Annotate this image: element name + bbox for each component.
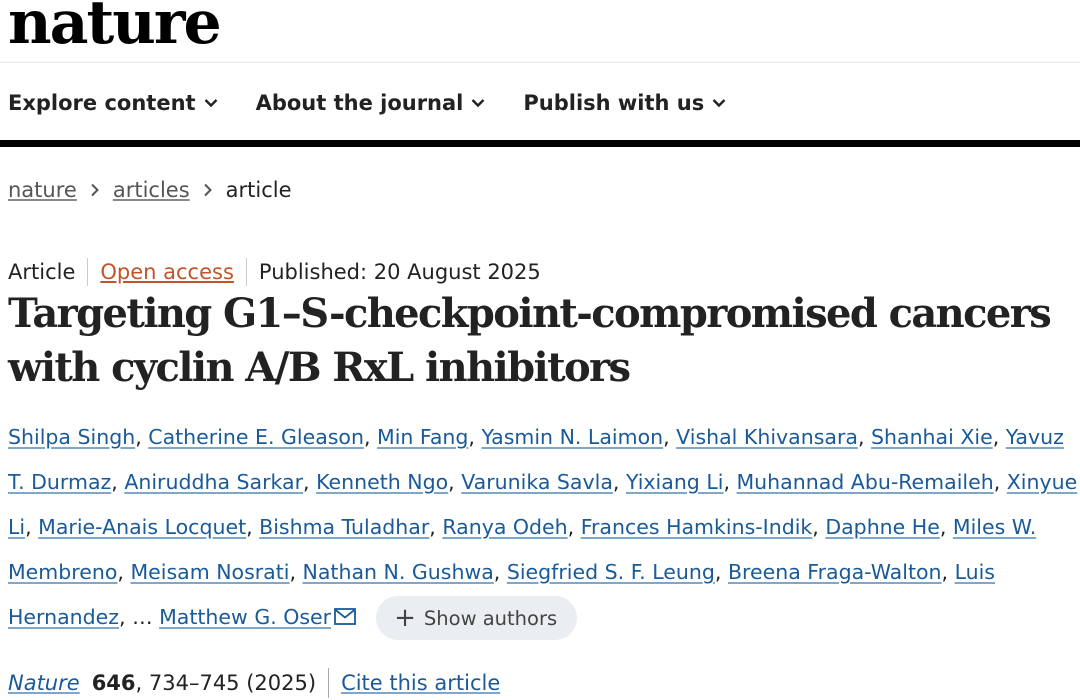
author-link[interactable]: Daphne He xyxy=(825,515,940,539)
author-link[interactable]: Ranya Odeh xyxy=(442,515,567,539)
nav-publish-with-us[interactable]: Publish with us xyxy=(523,88,726,118)
chevron-down-icon xyxy=(204,98,218,108)
author-link[interactable]: Frances Hamkins-Indik xyxy=(581,515,813,539)
citation-line: Nature 646 , 734–745 (2025) Cite this ar… xyxy=(8,668,500,698)
article-title: Targeting G1–S-checkpoint-compromised ca… xyxy=(8,290,1052,391)
authors-ellipsis: … xyxy=(132,605,153,629)
journal-link[interactable]: Nature xyxy=(8,671,80,695)
author-link[interactable]: Meisam Nosrati xyxy=(130,560,289,584)
breadcrumb-nature[interactable]: nature xyxy=(8,178,77,202)
published-date: Published: 20 August 2025 xyxy=(258,260,541,284)
author-link[interactable]: Bishma Tuladhar xyxy=(259,515,429,539)
breadcrumb-current: article xyxy=(225,178,292,202)
author-link[interactable]: Varunika Savla xyxy=(461,470,613,494)
author-list: Shilpa Singh, Catherine E. Gleason, Min … xyxy=(8,415,1078,641)
meta-divider xyxy=(245,258,247,286)
header-divider xyxy=(0,62,1080,63)
nav-label: Publish with us xyxy=(523,91,705,115)
show-authors-button[interactable]: + Show authors xyxy=(376,596,578,640)
author-link[interactable]: Shanhai Xie xyxy=(871,425,993,449)
nature-logo[interactable]: nature xyxy=(8,0,222,58)
chevron-right-icon xyxy=(203,183,213,197)
author-link[interactable]: Marie-Anais Locquet xyxy=(38,515,246,539)
author-link[interactable]: Shilpa Singh xyxy=(8,425,135,449)
author-link[interactable]: Kenneth Ngo xyxy=(316,470,448,494)
meta-divider xyxy=(87,258,89,286)
mail-icon[interactable] xyxy=(334,596,357,641)
nav-explore-content[interactable]: Explore content xyxy=(8,88,218,118)
author-link[interactable]: Min Fang xyxy=(377,425,468,449)
article-meta: Article Open access Published: 20 August… xyxy=(8,258,541,286)
breadcrumb: nature articles article xyxy=(8,178,292,202)
author-link[interactable]: Nathan N. Gushwa xyxy=(303,560,494,584)
nav-black-bar xyxy=(0,140,1080,147)
citation-divider xyxy=(328,668,330,698)
author-link[interactable]: Yasmin N. Laimon xyxy=(481,425,663,449)
author-link[interactable]: Siegfried S. F. Leung xyxy=(507,560,715,584)
chevron-down-icon xyxy=(712,98,726,108)
author-link-last[interactable]: Matthew G. Oser xyxy=(159,605,331,629)
author-link[interactable]: Vishal Khivansara xyxy=(676,425,858,449)
volume-number: 646 xyxy=(91,671,136,695)
author-link[interactable]: Muhannad Abu-Remaileh xyxy=(737,470,994,494)
author-link[interactable]: Yixiang Li xyxy=(626,470,724,494)
breadcrumb-articles[interactable]: articles xyxy=(113,178,190,202)
author-link[interactable]: Breena Fraga-Walton xyxy=(728,560,942,584)
plus-icon: + xyxy=(394,603,416,633)
nav-label: Explore content xyxy=(8,91,196,115)
cite-this-article-link[interactable]: Cite this article xyxy=(341,671,500,695)
nav-about-the-journal[interactable]: About the journal xyxy=(256,88,486,118)
chevron-right-icon xyxy=(90,183,100,197)
open-access-link[interactable]: Open access xyxy=(100,260,234,284)
pages-year: , 734–745 (2025) xyxy=(135,671,317,695)
chevron-down-icon xyxy=(471,98,485,108)
main-nav: Explore content About the journal Publis… xyxy=(8,88,764,118)
show-authors-label: Show authors xyxy=(423,606,558,630)
article-type: Article xyxy=(8,260,76,284)
nav-label: About the journal xyxy=(255,91,464,115)
author-link[interactable]: Aniruddha Sarkar xyxy=(124,470,303,494)
author-link[interactable]: Catherine E. Gleason xyxy=(148,425,364,449)
